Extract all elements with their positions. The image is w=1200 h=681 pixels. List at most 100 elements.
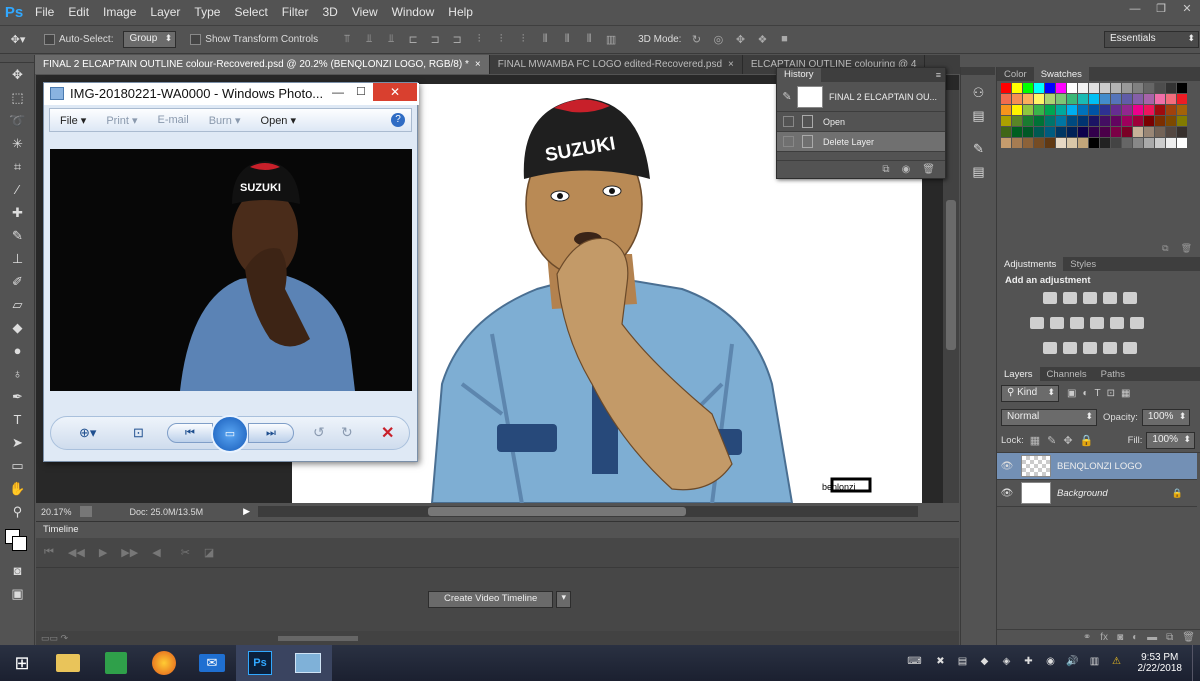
swatch[interactable] — [1177, 94, 1187, 104]
pv-file-menu[interactable]: File ▾ — [50, 114, 96, 127]
swatch[interactable] — [1133, 83, 1143, 93]
swatch[interactable] — [1089, 116, 1099, 126]
swatch[interactable] — [1089, 138, 1099, 148]
swatch[interactable] — [1100, 105, 1110, 115]
3d-rotate-icon[interactable]: ↻ — [688, 33, 704, 47]
horizontal-scroll-thumb[interactable] — [428, 507, 686, 516]
pv-slideshow-button[interactable]: ▭ — [211, 415, 249, 453]
swatch[interactable] — [1045, 83, 1055, 93]
swatch[interactable] — [1078, 94, 1088, 104]
swatch[interactable] — [1100, 127, 1110, 137]
transition-icon[interactable]: ◪ — [204, 546, 214, 559]
swatch[interactable] — [1166, 105, 1176, 115]
timeline-tab[interactable]: Timeline — [36, 522, 86, 538]
tab-close-icon[interactable]: × — [475, 59, 481, 70]
swatch[interactable] — [1089, 105, 1099, 115]
invert-icon[interactable] — [1043, 342, 1057, 354]
align-top-icon[interactable]: ⫪ — [339, 33, 355, 47]
firefox-icon[interactable] — [140, 645, 188, 681]
distribute-left-icon[interactable]: ⦀ — [537, 33, 553, 47]
swatch[interactable] — [1012, 127, 1022, 137]
photoshop-taskbar-icon[interactable]: Ps — [236, 645, 284, 681]
panel-tab-channels[interactable]: Channels — [1040, 367, 1094, 381]
menu-edit[interactable]: Edit — [61, 0, 96, 25]
swatch[interactable] — [1133, 94, 1143, 104]
brush-panel-icon[interactable]: ✎ — [961, 137, 996, 160]
menu-filter[interactable]: Filter — [275, 0, 316, 25]
close-window-button[interactable]: ✕ — [1174, 0, 1200, 18]
swatch[interactable] — [1012, 138, 1022, 148]
tray-app-icon-4[interactable]: ◈ — [998, 656, 1016, 670]
keyboard-icon[interactable]: ⌨ — [902, 656, 928, 670]
pv-open-menu[interactable]: Open ▾ — [251, 114, 307, 127]
selective-color-icon[interactable] — [1123, 342, 1137, 354]
new-document-from-state-icon[interactable]: ⧉ — [882, 164, 889, 175]
align-left-icon[interactable]: ⊏ — [405, 33, 421, 47]
swatch[interactable] — [1056, 105, 1066, 115]
swatch[interactable] — [1100, 94, 1110, 104]
photo-viewer-maximize[interactable]: ☐ — [356, 85, 366, 98]
swatches-grid[interactable] — [997, 81, 1200, 243]
zoom-tool-icon[interactable]: ⚲ — [0, 500, 35, 523]
photo-viewer-close[interactable]: ✕ — [373, 83, 417, 101]
split-icon[interactable]: ✂ — [181, 546, 190, 559]
swatch[interactable] — [1012, 116, 1022, 126]
delete-state-icon[interactable]: 🗑 — [922, 164, 935, 175]
swatch[interactable] — [1067, 94, 1077, 104]
move-tool-preset-icon[interactable]: ✥▾ — [3, 33, 33, 47]
pv-zoom-icon[interactable]: ⊕▾ — [79, 425, 96, 441]
new-layer-icon[interactable]: ⧉ — [1166, 632, 1173, 643]
panel-tab-paths[interactable]: Paths — [1094, 367, 1132, 381]
swatch[interactable] — [1045, 94, 1055, 104]
menu-window[interactable]: Window — [385, 0, 442, 25]
swatch[interactable] — [1078, 83, 1088, 93]
pv-delete-icon[interactable]: ✕ — [381, 423, 394, 443]
proof-icon[interactable] — [79, 506, 92, 517]
swatch[interactable] — [1155, 116, 1165, 126]
mail-icon[interactable]: ✉ — [188, 645, 236, 681]
pv-rotate-cw-icon[interactable]: ↻ — [341, 424, 353, 441]
swatch[interactable] — [1166, 138, 1176, 148]
swatch[interactable] — [1056, 127, 1066, 137]
swatch[interactable] — [1012, 83, 1022, 93]
align-hcenter-icon[interactable]: ⊐ — [427, 33, 443, 47]
timeline-footer-icons[interactable]: ▭▭ ↷ — [41, 633, 68, 644]
history-menu-icon[interactable]: ≡ — [936, 70, 945, 80]
fill-input[interactable]: 100% — [1146, 432, 1195, 449]
paint-bucket-icon[interactable]: ◆ — [0, 316, 35, 339]
swatch[interactable] — [1155, 94, 1165, 104]
delete-swatch-icon[interactable]: 🗑 — [1181, 243, 1192, 257]
opacity-input[interactable]: 100% — [1141, 408, 1191, 426]
swatch[interactable] — [1067, 138, 1077, 148]
swatch[interactable] — [1144, 94, 1154, 104]
next-frame-icon[interactable]: ▶▶ — [121, 546, 138, 559]
swatch[interactable] — [1034, 138, 1044, 148]
create-video-timeline-button[interactable]: Create Video Timeline — [428, 591, 554, 608]
history-tab[interactable]: History — [777, 68, 821, 82]
blur-tool-icon[interactable]: ● — [0, 339, 35, 362]
panel-tab-adjustments[interactable]: Adjustments — [997, 257, 1064, 271]
distribute-vcenter-icon[interactable]: ⫶ — [493, 33, 509, 47]
swatch[interactable] — [1100, 116, 1110, 126]
type-tool-icon[interactable]: T — [0, 408, 35, 431]
swatch[interactable] — [1056, 138, 1066, 148]
swatch[interactable] — [1001, 83, 1011, 93]
show-desktop-button[interactable] — [1192, 645, 1200, 681]
swatch[interactable] — [1155, 127, 1165, 137]
swatch[interactable] — [1045, 116, 1055, 126]
swatch[interactable] — [1001, 116, 1011, 126]
swatch[interactable] — [1001, 105, 1011, 115]
distribute-right-icon[interactable]: ⦀ — [581, 33, 597, 47]
network-icon[interactable]: ▥ — [1086, 656, 1104, 670]
menu-image[interactable]: Image — [96, 0, 143, 25]
tray-app-icon-2[interactable]: ▤ — [954, 656, 972, 670]
healing-brush-icon[interactable]: ✚ — [0, 201, 35, 224]
swatch[interactable] — [1034, 94, 1044, 104]
levels-icon[interactable] — [1063, 292, 1077, 304]
layer-row[interactable]: 👁 Background 🔒 — [997, 480, 1197, 507]
menu-view[interactable]: View — [345, 0, 385, 25]
crop-tool-icon[interactable]: ⌗ — [0, 155, 35, 178]
swatch[interactable] — [1122, 127, 1132, 137]
channel-mixer-icon[interactable] — [1110, 317, 1124, 329]
show-transform-checkbox[interactable] — [190, 34, 202, 45]
